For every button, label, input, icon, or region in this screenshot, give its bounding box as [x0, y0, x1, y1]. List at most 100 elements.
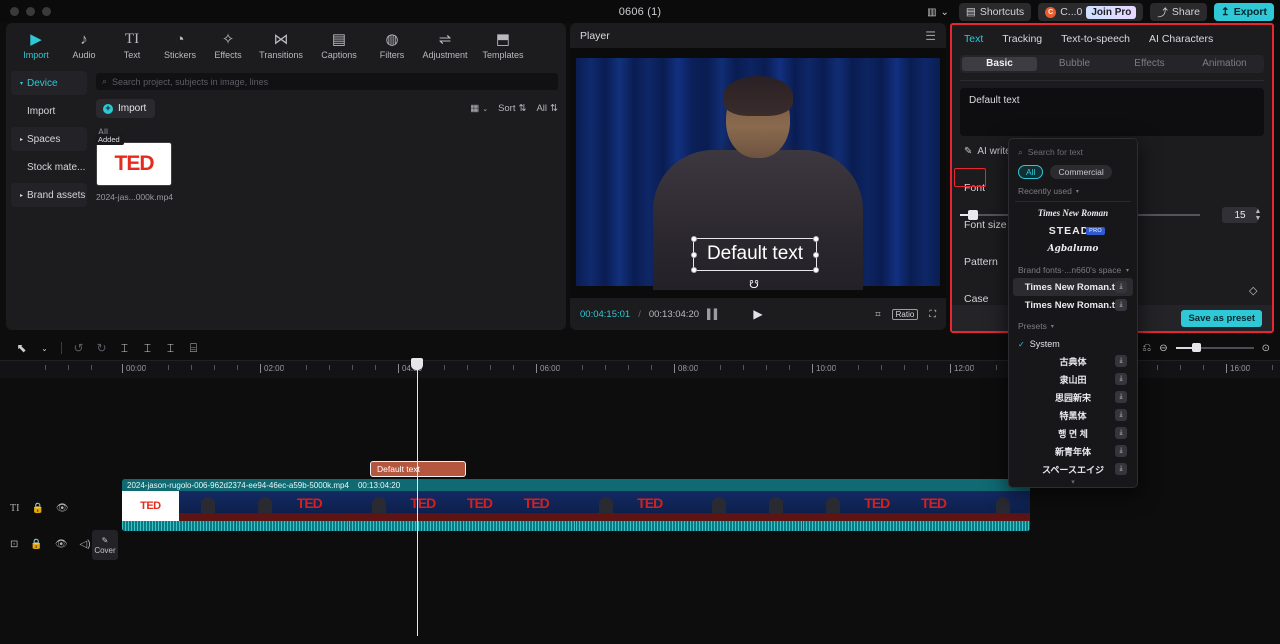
tab-filters[interactable]: ◍ Filters [368, 25, 416, 67]
group-recently-used[interactable]: Recently used ▾ [1009, 179, 1137, 199]
split-icon[interactable]: ⌶ [113, 339, 136, 357]
sidebar-item-device[interactable]: ▾ Device [11, 71, 87, 95]
download-icon[interactable]: ⤓ [1115, 409, 1127, 421]
rotate-handle-icon[interactable]: ☋ [748, 278, 760, 291]
ratio-button[interactable]: Ratio [891, 308, 919, 320]
system-font-list[interactable]: 古典体 ⤓ 隶山田 ⤓ 思园新宋 ⤓ 特黑体 ⤓ 행 면 체 ⤓ 新青年体 ⤓ [1009, 352, 1137, 487]
cover-button[interactable]: ✎ Cover [92, 530, 118, 560]
video-clip[interactable]: 2024-jason-rugolo-006-962d2374-ee94-46ec… [122, 479, 1030, 531]
tab-templates[interactable]: ⬒ Templates [474, 25, 532, 67]
tab-transitions[interactable]: ⋈ Transitions [252, 25, 310, 67]
trim-left-icon[interactable]: ⌶ [136, 339, 159, 357]
font-option-agbalumo[interactable]: Agbalumo [1013, 240, 1133, 258]
text-clip[interactable]: Default text [370, 461, 466, 477]
tab-audio[interactable]: ♪ Audio [60, 25, 108, 67]
player-menu-icon[interactable]: ☰ [925, 29, 936, 43]
snap-icon[interactable]: ⎌ [1142, 342, 1151, 355]
slider-knob[interactable] [968, 210, 978, 220]
tab-effects[interactable]: ✧ Effects [204, 25, 252, 67]
zoom-fit-icon[interactable]: ⊙ [1262, 343, 1270, 354]
group-presets[interactable]: Presets ▾ [1009, 314, 1137, 334]
download-icon[interactable]: ⤓ [1115, 281, 1127, 293]
download-icon[interactable]: ⤓ [1115, 299, 1127, 311]
subtab-effects[interactable]: Effects [1112, 57, 1187, 71]
play-button[interactable]: ▶ [753, 307, 762, 321]
download-icon[interactable]: ⤓ [1115, 463, 1127, 475]
lock-icon[interactable]: 🔒 [31, 503, 43, 514]
text-content-input[interactable]: Default text [960, 88, 1264, 136]
zoom-out-icon[interactable]: ⊖ [1159, 343, 1167, 354]
tab-text-to-speech[interactable]: Text-to-speech [1061, 33, 1130, 45]
share-button[interactable]: ⤴ Share [1150, 3, 1207, 21]
font-option-system-6[interactable]: スペースエイジ ⤓ [1013, 460, 1133, 478]
download-icon[interactable]: ⤓ [1115, 445, 1127, 457]
undo-icon[interactable]: ↺ [67, 339, 90, 357]
keyframe-icon[interactable]: ◇ [1249, 284, 1257, 297]
account-button[interactable]: C C...0 Join Pro [1038, 3, 1144, 21]
playhead-handle[interactable] [411, 358, 423, 370]
filter-button[interactable]: All ⇅ [536, 103, 558, 114]
zoom-knob[interactable] [1191, 343, 1201, 352]
font-option-times-new-roman-ttf-1[interactable]: Times New Roman.ttf ⤓ [1013, 278, 1133, 296]
search-input[interactable]: ⌕ Search project, subjects in image, lin… [96, 73, 558, 90]
font-option-times-new-roman[interactable]: Times New Roman [1013, 204, 1133, 222]
eye-icon[interactable]: 👁 [55, 539, 68, 550]
group-brand-fonts[interactable]: Brand fonts·...n660's space ▾ [1009, 258, 1137, 278]
font-size-stepper[interactable]: ▲ ▼ [1253, 206, 1263, 224]
sidebar-item-spaces[interactable]: ▸ Spaces [11, 127, 87, 151]
subtab-animation[interactable]: Animation [1187, 57, 1262, 71]
scroll-more-icon[interactable]: ▾ [1009, 478, 1137, 487]
group-system[interactable]: ✓ System [1009, 334, 1137, 352]
tab-captions[interactable]: ▤ Captions [310, 25, 368, 67]
tab-tracking[interactable]: Tracking [1002, 33, 1042, 45]
sidebar-item-brand-assets[interactable]: ▸ Brand assets [11, 183, 87, 207]
fullscreen-icon[interactable]: ⛶ [929, 309, 936, 320]
layout-button[interactable]: ▥ ⌄ [924, 3, 952, 21]
redo-icon[interactable]: ↻ [90, 339, 113, 357]
font-option-steady[interactable]: STEADY PRO [1013, 222, 1133, 240]
chevron-down-icon[interactable]: ⌄ [33, 339, 56, 357]
overlay-text[interactable]: Default text [693, 240, 817, 268]
media-thumbnail[interactable]: TED [96, 142, 172, 186]
font-option-system-2[interactable]: 思园新宋 ⤓ [1013, 388, 1133, 406]
font-search-input[interactable]: ⌕ Search for text [1009, 142, 1137, 162]
view-mode-button[interactable]: ▦ ⌄ [470, 103, 488, 114]
export-button[interactable]: ↥ Export [1213, 3, 1274, 21]
frames-icon[interactable]: ▌▌ [707, 309, 720, 320]
save-as-preset-button[interactable]: Save as preset [1181, 309, 1262, 327]
tab-adjustment[interactable]: ⇌ Adjustment [416, 25, 474, 67]
tab-stickers[interactable]: ◔ Stickers [156, 25, 204, 67]
cursor-icon[interactable]: ⬉ [10, 339, 33, 357]
download-icon[interactable]: ⤓ [1115, 373, 1127, 385]
mute-icon[interactable]: ◁) [80, 539, 91, 550]
font-option-system-3[interactable]: 特黑体 ⤓ [1013, 406, 1133, 424]
font-option-system-0[interactable]: 古典体 ⤓ [1013, 352, 1133, 370]
trim-right-icon[interactable]: ⌶ [159, 339, 182, 357]
tab-text[interactable]: Text [964, 33, 983, 45]
media-item[interactable]: TED Added 2024-jas...000k.mp4 [94, 134, 173, 202]
font-option-times-new-roman-ttf-2[interactable]: Times New Roman.ttf ⤓ [1013, 296, 1133, 314]
timeline-zoom-slider[interactable] [1175, 343, 1254, 353]
font-option-system-1[interactable]: 隶山田 ⤓ [1013, 370, 1133, 388]
font-option-system-5[interactable]: 新青年体 ⤓ [1013, 442, 1133, 460]
delete-icon[interactable]: ⌸ [182, 339, 205, 357]
tab-import[interactable]: ▶ Import [12, 25, 60, 67]
subtab-bubble[interactable]: Bubble [1037, 57, 1112, 71]
sort-button[interactable]: Sort ⇅ [498, 103, 526, 114]
chip-all[interactable]: All [1018, 165, 1044, 179]
import-button[interactable]: + Import [96, 99, 156, 118]
subtab-basic[interactable]: Basic [962, 57, 1037, 71]
download-icon[interactable]: ⤓ [1115, 391, 1127, 403]
join-pro-badge[interactable]: Join Pro [1086, 5, 1137, 19]
shortcuts-button[interactable]: ▤ Shortcuts [958, 3, 1032, 21]
sidebar-item-stock-materials[interactable]: Stock mate... [11, 155, 87, 179]
font-option-system-4[interactable]: 행 면 체 ⤓ [1013, 424, 1133, 442]
lock-icon[interactable]: 🔒 [30, 539, 42, 550]
chip-commercial[interactable]: Commercial [1050, 165, 1112, 179]
eye-icon[interactable]: 👁 [56, 503, 69, 514]
download-icon[interactable]: ⤓ [1115, 427, 1127, 439]
download-icon[interactable]: ⤓ [1115, 355, 1127, 367]
tab-ai-characters[interactable]: AI Characters [1149, 33, 1213, 45]
zoom-icon[interactable]: ⌗ [875, 309, 880, 320]
tab-text[interactable]: TI Text [108, 25, 156, 67]
